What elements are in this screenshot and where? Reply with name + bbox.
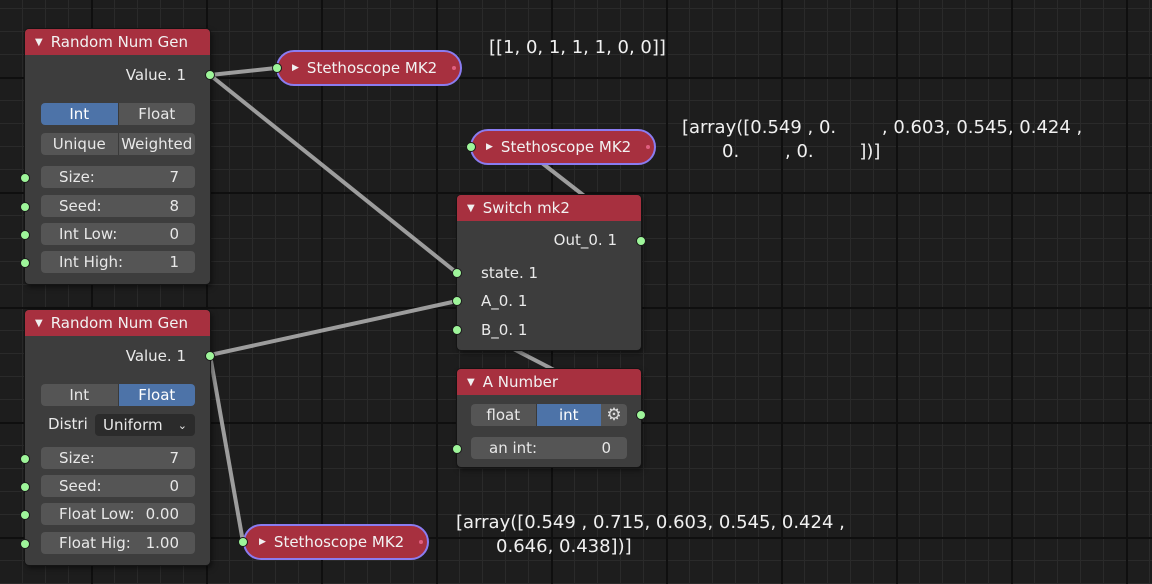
a-number-node[interactable]: ▼ A Number float int ⚙ an int: 0	[452, 369, 646, 467]
b-label: B_0. 1	[481, 321, 528, 339]
int-high-socket[interactable]	[20, 258, 30, 268]
node-title: A Number	[482, 373, 558, 391]
float-high-socket[interactable]	[20, 539, 30, 549]
wire-rng1-switch-state	[208, 73, 459, 275]
node-title: Random Num Gen	[50, 314, 189, 332]
seed-socket[interactable]	[20, 482, 30, 492]
float-option[interactable]: Float	[118, 103, 195, 125]
stethoscope-3-input-socket[interactable]	[238, 537, 248, 547]
stethoscope-2-input-socket[interactable]	[466, 142, 476, 152]
switch-mk2-node[interactable]: ▼ Switch mk2 Out_0. 1 state. 1 A_0. 1 B_…	[452, 195, 646, 350]
output-socket[interactable]	[419, 540, 423, 544]
output-socket[interactable]	[646, 145, 650, 149]
expand-triangle-icon[interactable]: ▶	[292, 63, 299, 73]
state-label: state. 1	[481, 264, 539, 282]
float-option[interactable]: Float	[118, 384, 195, 406]
seed-field[interactable]: Seed: 8	[41, 195, 195, 217]
float-high-field[interactable]: Float Hig: 1.00	[41, 532, 195, 554]
float-option[interactable]: float	[471, 404, 537, 426]
size-socket[interactable]	[20, 173, 30, 183]
seed-field[interactable]: Seed: 0	[41, 475, 195, 497]
expand-triangle-icon[interactable]: ▶	[486, 142, 493, 152]
float-low-socket[interactable]	[20, 510, 30, 520]
stethoscope-node-3[interactable]: ▶ Stethoscope MK2	[243, 524, 429, 560]
collapse-triangle-icon[interactable]: ▼	[467, 377, 475, 388]
an-int-field[interactable]: an int: 0	[471, 437, 627, 459]
distribution-label: Distri	[48, 415, 88, 433]
stethoscope-1-output: [[1, 0, 1, 1, 1, 0, 0]]	[489, 37, 666, 58]
an-int-socket[interactable]	[452, 444, 462, 454]
chevron-down-icon: ⌄	[177, 418, 187, 432]
output-socket[interactable]	[205, 351, 215, 361]
float-low-field[interactable]: Float Low: 0.00	[41, 503, 195, 525]
stethoscope-1-input-socket[interactable]	[272, 63, 282, 73]
int-low-field[interactable]: Int Low: 0	[41, 223, 195, 245]
output-socket[interactable]	[636, 410, 646, 420]
collapse-triangle-icon[interactable]: ▼	[35, 37, 43, 48]
random-num-gen-node-1[interactable]: ▼ Random Num Gen Value. 1 Int Float Uniq…	[20, 29, 215, 284]
output-value: Value. 1	[125, 347, 186, 365]
node-title: Stethoscope MK2	[306, 59, 438, 77]
b-socket[interactable]	[452, 325, 462, 335]
stethoscope-3-output-line2: 0.646, 0.438])]	[456, 536, 632, 557]
stethoscope-2-output-line2: 0. , 0. ])]	[682, 141, 881, 162]
a-socket[interactable]	[452, 296, 462, 306]
stethoscope-node-2[interactable]: ▶ Stethoscope MK2	[470, 129, 656, 165]
stethoscope-3-output-line1: [array([0.549 , 0.715, 0.603, 0.545, 0.4…	[456, 512, 845, 533]
size-socket[interactable]	[20, 454, 30, 464]
node-title: Stethoscope MK2	[273, 533, 405, 551]
node-title: Random Num Gen	[50, 33, 189, 51]
distribution-select[interactable]: Uniform ⌄	[95, 414, 195, 436]
node-title: Switch mk2	[482, 199, 570, 217]
output-socket[interactable]	[452, 66, 456, 70]
int-option[interactable]: Int	[41, 384, 119, 406]
weighted-option[interactable]: Weighted	[118, 133, 195, 155]
float-int-toggle[interactable]: float int	[471, 404, 601, 426]
state-socket[interactable]	[452, 268, 462, 278]
random-num-gen-node-2[interactable]: ▼ Random Num Gen Value. 1 Int Float Dist…	[20, 310, 215, 565]
node-header[interactable]: ▼ Random Num Gen	[25, 29, 210, 55]
output-socket[interactable]	[636, 236, 646, 246]
seed-socket[interactable]	[20, 202, 30, 212]
size-field[interactable]: Size: 7	[41, 166, 195, 188]
int-float-toggle[interactable]: Int Float	[41, 103, 195, 125]
unique-weighted-toggle[interactable]: Unique Weighted	[41, 133, 195, 155]
size-field[interactable]: Size: 7	[41, 447, 195, 469]
stethoscope-node-1[interactable]: ▶ Stethoscope MK2	[276, 50, 462, 86]
collapse-triangle-icon[interactable]: ▼	[35, 318, 43, 329]
a-label: A_0. 1	[481, 292, 528, 310]
output-socket[interactable]	[205, 70, 215, 80]
node-title: Stethoscope MK2	[500, 138, 632, 156]
node-header[interactable]: ▼ Switch mk2	[457, 195, 641, 221]
output-label: Out_0. 1	[553, 231, 617, 249]
int-low-socket[interactable]	[20, 230, 30, 240]
int-option[interactable]: int	[536, 404, 601, 426]
wire-rng1-steth1	[209, 66, 277, 77]
int-option[interactable]: Int	[41, 103, 119, 125]
output-value: Value. 1	[125, 66, 186, 84]
int-high-field[interactable]: Int High: 1	[41, 251, 195, 273]
wire-rng2-switch-a	[209, 299, 458, 357]
wire-rng2-steth3	[208, 354, 245, 543]
node-header[interactable]: ▼ Random Num Gen	[25, 310, 210, 336]
int-float-toggle[interactable]: Int Float	[41, 384, 195, 406]
collapse-triangle-icon[interactable]: ▼	[467, 203, 475, 214]
stethoscope-2-output-line1: [array([0.549 , 0. , 0.603, 0.545, 0.424…	[682, 117, 1083, 138]
unique-option[interactable]: Unique	[41, 133, 119, 155]
node-header[interactable]: ▼ A Number	[457, 369, 641, 395]
expand-triangle-icon[interactable]: ▶	[259, 537, 266, 547]
gear-icon[interactable]: ⚙	[601, 404, 627, 426]
